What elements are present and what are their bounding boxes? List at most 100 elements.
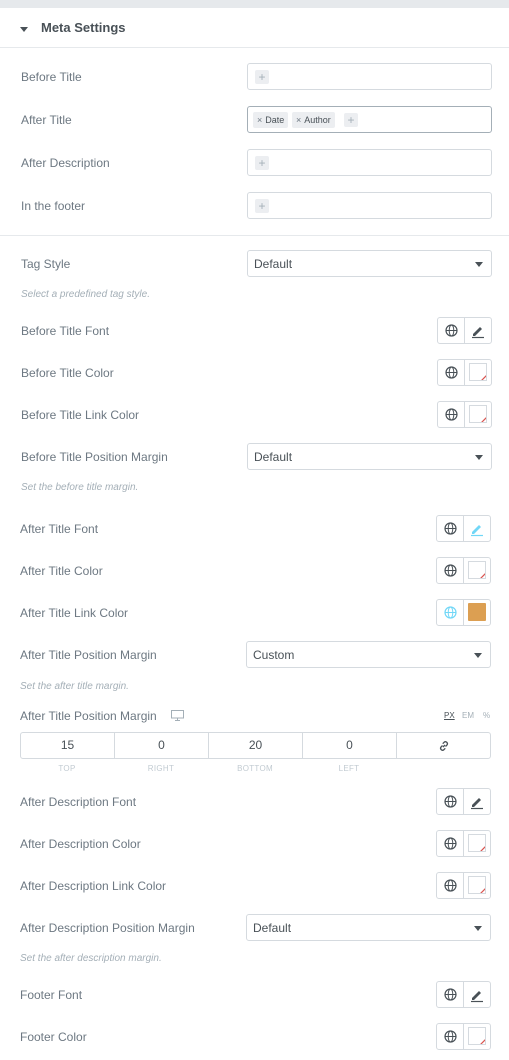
empty-color-swatch — [468, 561, 486, 579]
after-title-font-control — [436, 515, 491, 542]
remove-tag-icon[interactable]: × — [257, 115, 262, 125]
after-title-font-label: After Title Font — [20, 522, 99, 536]
chevron-down-icon — [474, 926, 482, 931]
footer-color-control — [436, 1023, 491, 1050]
tag-style-hint: Select a predefined tag style. — [21, 289, 150, 300]
margin-right-label: RIGHT — [147, 764, 175, 773]
after-description-meta-field[interactable]: + — [247, 149, 492, 176]
after-title-margin-select[interactable]: Custom — [246, 641, 491, 668]
color-picker-button[interactable] — [465, 360, 491, 385]
globe-icon[interactable] — [437, 789, 464, 814]
margin-dimensions-control: 15 0 20 0 — [20, 732, 491, 759]
add-meta-icon[interactable]: + — [344, 113, 358, 127]
link-values-button[interactable] — [397, 733, 490, 758]
after-description-margin-hint: Set the after description margin. — [20, 953, 162, 964]
globe-icon[interactable] — [437, 516, 464, 541]
globe-icon[interactable] — [437, 600, 464, 625]
color-picker-button[interactable] — [464, 600, 490, 625]
chevron-down-icon — [475, 455, 483, 460]
add-meta-icon[interactable]: + — [255, 156, 269, 170]
section-header-meta-settings[interactable]: Meta Settings — [0, 8, 509, 48]
footer-color-label: Footer Color — [20, 1030, 87, 1044]
before-title-link-color-control — [437, 401, 492, 428]
before-title-link-color-label: Before Title Link Color — [21, 408, 140, 422]
after-title-meta-field[interactable]: × Date × Author + — [247, 106, 492, 133]
after-description-margin-select[interactable]: Default — [246, 914, 491, 941]
margin-left-input[interactable]: 0 — [303, 733, 397, 758]
remove-tag-icon[interactable]: × — [296, 115, 301, 125]
globe-icon[interactable] — [438, 360, 465, 385]
color-swatch — [468, 603, 486, 621]
add-meta-icon[interactable]: + — [255, 199, 269, 213]
color-picker-button[interactable] — [464, 558, 490, 583]
pencil-icon[interactable] — [464, 982, 490, 1007]
before-title-margin-select[interactable]: Default — [247, 443, 492, 470]
before-title-label: Before Title — [21, 70, 82, 84]
tag-style-label: Tag Style — [21, 257, 71, 271]
globe-icon[interactable] — [438, 318, 465, 343]
after-description-link-color-label: After Description Link Color — [20, 879, 167, 893]
tag-style-select[interactable]: Default — [247, 250, 492, 277]
after-description-margin-label: After Description Position Margin — [20, 921, 195, 935]
chevron-down-icon — [475, 262, 483, 267]
empty-color-swatch — [468, 834, 486, 852]
panel-top-band — [0, 0, 509, 8]
after-title-color-control — [436, 557, 491, 584]
color-picker-button[interactable] — [465, 402, 491, 427]
after-title-margin-label: After Title Position Margin — [20, 648, 157, 662]
section-title: Meta Settings — [41, 20, 126, 35]
in-footer-meta-field[interactable]: + — [247, 192, 492, 219]
empty-color-swatch — [468, 876, 486, 894]
unit-em[interactable]: EM — [462, 711, 474, 720]
in-footer-label: In the footer — [21, 199, 86, 213]
before-title-meta-field[interactable]: + — [247, 63, 492, 90]
margin-left-label: LEFT — [338, 764, 360, 773]
meta-tag-author[interactable]: × Author — [292, 112, 335, 128]
unit-percent[interactable]: % — [483, 711, 490, 720]
empty-color-swatch — [469, 363, 487, 381]
globe-icon[interactable] — [437, 1024, 464, 1049]
desktop-icon[interactable] — [171, 710, 184, 724]
color-picker-button[interactable] — [464, 1024, 490, 1049]
after-title-link-color-label: After Title Link Color — [20, 606, 129, 620]
pencil-icon[interactable] — [465, 318, 491, 343]
unit-px[interactable]: PX — [444, 711, 455, 720]
after-description-font-label: After Description Font — [20, 795, 137, 809]
link-icon — [439, 741, 448, 751]
pencil-icon[interactable] — [464, 789, 490, 814]
after-title-link-color-control — [436, 599, 491, 626]
before-title-color-control — [437, 359, 492, 386]
after-title-label: After Title — [21, 113, 72, 127]
margin-top-label: TOP — [58, 764, 76, 773]
add-meta-icon[interactable]: + — [255, 70, 269, 84]
color-picker-button[interactable] — [464, 873, 490, 898]
before-title-font-control — [437, 317, 492, 344]
globe-icon[interactable] — [437, 831, 464, 856]
margin-right-input[interactable]: 0 — [115, 733, 209, 758]
empty-color-swatch — [469, 405, 487, 423]
pencil-icon[interactable] — [464, 516, 490, 541]
after-description-color-control — [436, 830, 491, 857]
globe-icon[interactable] — [437, 558, 464, 583]
before-title-color-label: Before Title Color — [21, 366, 114, 380]
meta-tag-date[interactable]: × Date — [253, 112, 289, 128]
after-description-label: After Description — [21, 156, 110, 170]
footer-font-control — [436, 981, 491, 1008]
margin-top-input[interactable]: 15 — [21, 733, 115, 758]
before-title-font-label: Before Title Font — [21, 324, 110, 338]
color-picker-button[interactable] — [464, 831, 490, 856]
footer-font-label: Footer Font — [20, 988, 83, 1002]
globe-icon[interactable] — [437, 982, 464, 1007]
after-title-margin-hint: Set the after title margin. — [20, 681, 129, 692]
margin-bottom-input[interactable]: 20 — [209, 733, 303, 758]
empty-color-swatch — [468, 1027, 486, 1045]
globe-icon[interactable] — [438, 402, 465, 427]
section-divider — [0, 235, 509, 236]
globe-icon[interactable] — [437, 873, 464, 898]
caret-down-icon — [20, 27, 28, 32]
after-description-color-label: After Description Color — [20, 837, 141, 851]
after-description-font-control — [436, 788, 491, 815]
margin-bottom-label: BOTTOM — [237, 764, 273, 773]
chevron-down-icon — [474, 653, 482, 658]
after-title-color-label: After Title Color — [20, 564, 103, 578]
